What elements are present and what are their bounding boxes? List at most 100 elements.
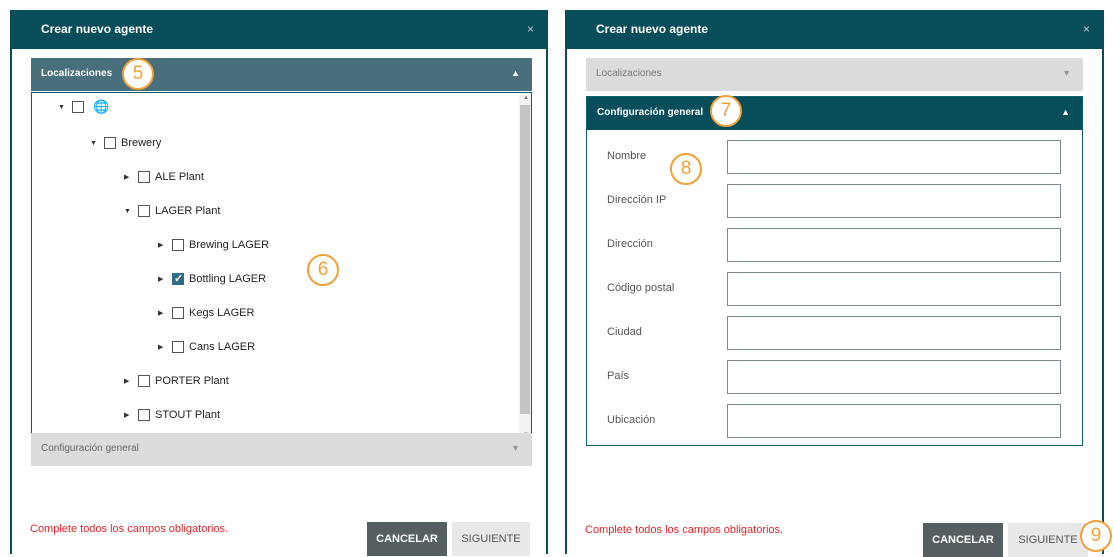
country-input[interactable] — [727, 360, 1061, 394]
accordion-header[interactable]: Configuración general ▼ — [31, 433, 532, 466]
caret-right-icon[interactable]: ▶ — [124, 411, 138, 419]
tree-checkbox[interactable] — [138, 375, 150, 387]
field-label: Nombre — [607, 150, 647, 162]
create-agent-dialog-general: Crear nuevo agente × Localizaciones ▼ Co… — [565, 10, 1104, 557]
tree-checkbox[interactable] — [72, 101, 84, 113]
tree-checkbox[interactable] — [138, 205, 150, 217]
tree-node-label[interactable]: Bottling LAGER — [189, 273, 266, 285]
tree-node-root: ▼ 🌐 — [58, 98, 109, 116]
tree-node-label[interactable]: STOUT Plant — [155, 409, 220, 421]
field-label: Ciudad — [607, 326, 642, 338]
tree-checkbox[interactable] — [138, 409, 150, 421]
annotation-badge-6: 6 — [307, 254, 339, 286]
address-input[interactable] — [727, 228, 1061, 262]
tree-node-brewery: ▼ Brewery — [90, 134, 161, 152]
general-config-panel: Configuración general ▲ Nombre Dirección… — [586, 96, 1083, 446]
chevron-down-icon: ▼ — [1062, 68, 1071, 78]
form-row-nombre: Nombre — [587, 140, 1082, 174]
dialog-title: Crear nuevo agente — [41, 22, 154, 36]
scroll-thumb[interactable] — [520, 105, 530, 414]
postal-code-input[interactable] — [727, 272, 1061, 306]
tree-node-label[interactable]: Brewery — [121, 137, 161, 149]
caret-right-icon[interactable]: ▶ — [158, 343, 172, 351]
annotation-badge-7: 7 — [710, 95, 742, 127]
form-row-direccion: Dirección — [587, 228, 1082, 262]
tree-checkbox[interactable] — [172, 307, 184, 319]
caret-down-icon[interactable]: ▼ — [90, 140, 104, 147]
next-button[interactable]: SIGUIENTE — [452, 522, 530, 556]
chevron-up-icon: ▲ — [1061, 107, 1070, 117]
accordion-title: Localizaciones — [596, 68, 662, 79]
caret-right-icon[interactable]: ▶ — [158, 309, 172, 317]
form-row-ip: Dirección IP — [587, 184, 1082, 218]
tree-checkbox[interactable] — [104, 137, 116, 149]
accordion-header[interactable]: Localizaciones ▼ — [586, 58, 1083, 91]
validation-error: Complete todos los campos obligatorios. — [30, 523, 229, 535]
accordion-header-active[interactable]: Configuración general ▲ — [587, 97, 1082, 130]
tree-node-stout-plant: ▶ STOUT Plant — [124, 406, 220, 424]
caret-down-icon[interactable]: ▼ — [58, 104, 72, 111]
caret-right-icon[interactable]: ▶ — [124, 173, 138, 181]
tree-node-cans-lager: ▶ Cans LAGER — [158, 338, 255, 356]
tree-checkbox-checked[interactable] — [172, 272, 184, 285]
annotation-badge-8: 8 — [670, 153, 702, 185]
caret-right-icon[interactable]: ▶ — [124, 377, 138, 385]
form-row-ubicacion: Ubicación — [587, 404, 1082, 438]
form-row-pais: País — [587, 360, 1082, 394]
nombre-input[interactable] — [727, 140, 1061, 174]
tree-node-ale-plant: ▶ ALE Plant — [124, 168, 204, 186]
scroll-up-arrow-icon[interactable]: ▲ — [523, 95, 529, 101]
validation-error: Complete todos los campos obligatorios. — [585, 524, 784, 536]
accordion-general-config[interactable]: Configuración general ▼ — [31, 433, 532, 466]
caret-right-icon[interactable]: ▶ — [158, 275, 172, 283]
tree-node-label[interactable]: Kegs LAGER — [189, 307, 254, 319]
field-label: Dirección — [607, 238, 653, 250]
cancel-button[interactable]: CANCELAR — [367, 522, 447, 556]
field-label: Ubicación — [607, 414, 656, 426]
accordion-title: Configuración general — [597, 107, 704, 118]
create-agent-dialog-locations: Crear nuevo agente × Localizaciones ▲ ▲ … — [10, 10, 548, 556]
cancel-button[interactable]: CANCELAR — [923, 523, 1003, 557]
globe-icon: 🌐 — [93, 99, 110, 114]
tree-node-label[interactable]: PORTER Plant — [155, 375, 229, 387]
caret-right-icon[interactable]: ▶ — [158, 241, 172, 249]
tree-node-label[interactable]: LAGER Plant — [155, 205, 220, 217]
close-icon[interactable]: × — [1083, 22, 1090, 36]
accordion-locations[interactable]: Localizaciones ▼ — [586, 58, 1083, 91]
annotation-badge-9: 9 — [1080, 520, 1112, 552]
tree-node-bottling-lager: ▶ Bottling LAGER — [158, 270, 266, 288]
dialog-title: Crear nuevo agente — [596, 22, 709, 36]
tree-node-label[interactable]: ALE Plant — [155, 171, 204, 183]
field-label: País — [607, 370, 630, 382]
city-input[interactable] — [727, 316, 1061, 350]
tree-node-label[interactable]: Cans LAGER — [189, 341, 255, 353]
dialog-header: Crear nuevo agente × — [567, 12, 1102, 49]
next-button[interactable]: SIGUIENTE — [1008, 523, 1088, 557]
tree-node-lager-plant: ▼ LAGER Plant — [124, 202, 220, 220]
close-icon[interactable]: × — [527, 22, 534, 36]
field-label: Dirección IP — [607, 194, 667, 206]
form-row-ciudad: Ciudad — [587, 316, 1082, 350]
caret-down-icon[interactable]: ▼ — [124, 208, 138, 215]
accordion-title: Localizaciones — [41, 68, 113, 79]
tree-node-kegs-lager: ▶ Kegs LAGER — [158, 304, 254, 322]
accordion-header[interactable]: Localizaciones ▲ — [31, 58, 532, 91]
chevron-down-icon: ▼ — [511, 443, 520, 453]
tree-checkbox[interactable] — [172, 341, 184, 353]
tree-checkbox[interactable] — [138, 171, 150, 183]
form-row-cp: Código postal — [587, 272, 1082, 306]
tree-scrollbar[interactable]: ▲ ▼ — [519, 93, 531, 440]
tree-node-brewing-lager: ▶ Brewing LAGER — [158, 236, 269, 254]
ip-address-input[interactable] — [727, 184, 1061, 218]
accordion-title: Configuración general — [41, 443, 139, 454]
annotation-badge-5: 5 — [122, 58, 154, 90]
dialog-header: Crear nuevo agente × — [12, 12, 546, 49]
tree-node-label[interactable]: Brewing LAGER — [189, 239, 269, 251]
accordion-locations[interactable]: Localizaciones ▲ — [31, 58, 532, 91]
location-tree: ▲ ▼ ▼ 🌐 ▼ Brewery ▶ ALE Plant ▼ LAGER Pl… — [31, 92, 532, 441]
tree-checkbox[interactable] — [172, 239, 184, 251]
chevron-up-icon: ▲ — [511, 68, 520, 78]
location-input[interactable] — [727, 404, 1061, 438]
tree-node-porter-plant: ▶ PORTER Plant — [124, 372, 229, 390]
field-label: Código postal — [607, 282, 675, 294]
